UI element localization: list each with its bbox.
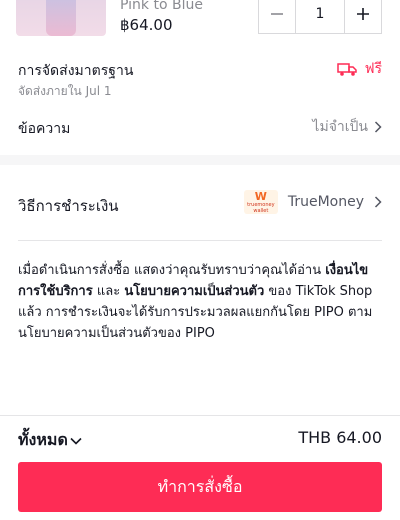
chevron-right-icon <box>374 196 382 208</box>
divider <box>18 240 382 241</box>
quantity-value[interactable]: 1 <box>295 0 345 33</box>
payment-method-row[interactable]: W truemoney wallet TrueMoney <box>243 190 382 214</box>
quantity-stepper: 1 <box>258 0 382 34</box>
plus-icon <box>357 8 369 20</box>
decrement-button[interactable] <box>259 0 295 33</box>
policy-text: เมื่อดำเนินการสั่งซื้อ แสดงว่าคุณรับทราบ… <box>18 263 373 341</box>
payment-method-name: TrueMoney <box>287 194 364 210</box>
total-label: ทั้งหมด <box>18 430 68 449</box>
message-value: ไม่จำเป็น <box>312 119 368 135</box>
product-thumbnail <box>16 0 106 36</box>
chevron-down-icon <box>70 437 82 445</box>
place-order-button[interactable]: ทำการสั่งซื้อ <box>18 462 382 512</box>
chevron-right-icon <box>374 121 382 133</box>
message-row[interactable]: ไม่จำเป็น <box>312 116 382 138</box>
product-price: ฿64.00 <box>120 16 173 34</box>
shipping-free[interactable]: ฟรี <box>336 58 382 80</box>
product-summary: Pink to Blue ฿64.00 1 <box>0 0 400 48</box>
section-divider <box>0 155 400 165</box>
privacy-link[interactable]: นโยบายความเป็นส่วนตัว <box>124 284 264 299</box>
minus-icon <box>271 13 283 15</box>
total-amount: THB 64.00 <box>298 428 382 447</box>
total-toggle[interactable]: ทั้งหมด <box>18 428 82 453</box>
footer-divider <box>0 415 400 416</box>
truemoney-logo: W truemoney wallet <box>243 190 278 214</box>
product-variant: Pink to Blue <box>120 0 203 13</box>
shipping-method-title: การจัดส่งมาตรฐาน <box>18 63 134 79</box>
increment-button[interactable] <box>345 0 381 33</box>
free-shipping-label: ฟรี <box>364 61 382 77</box>
delivery-truck-icon <box>336 63 357 76</box>
shipping-eta: จัดส่งภายใน Jul 1 <box>18 84 112 98</box>
